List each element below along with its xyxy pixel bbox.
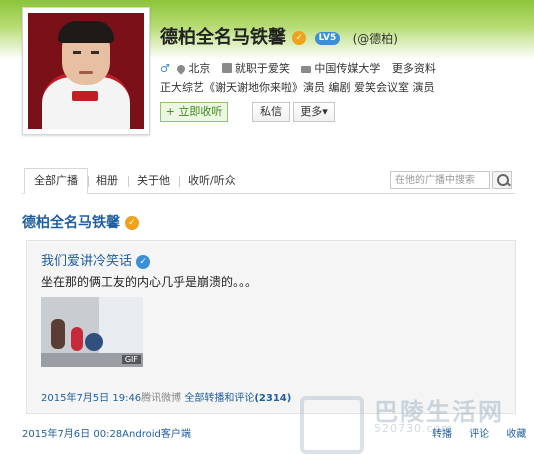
retweet-source[interactable]: 腾讯微博 (141, 393, 181, 404)
work-info: 就职于爱笑 (221, 62, 290, 75)
comment-button[interactable]: 评论 (469, 429, 489, 440)
briefcase-icon (221, 63, 232, 73)
post-source-link[interactable]: Android客户端 (122, 429, 191, 440)
location-info: 北京 (175, 62, 210, 75)
gif-badge: GIF (121, 355, 141, 364)
post-date-link[interactable]: 2015年7月6日 00:28 (22, 429, 122, 440)
tab-all[interactable]: 全部广播 (24, 168, 88, 194)
retweet-author: 我们爱讲冷笑话 ✓ (41, 250, 151, 269)
avatar[interactable] (22, 7, 150, 135)
tab-album[interactable]: 相册 (96, 169, 118, 193)
profile-handle: (@德柏) (352, 32, 398, 46)
more-button[interactable]: 更多▾ (293, 102, 335, 122)
search-icon[interactable] (492, 171, 512, 189)
post-meta: 2015年7月6日 00:28Android客户端 (22, 425, 191, 440)
post-actions: 转播 评论 收藏 (418, 425, 526, 440)
retweet-count: (2314) (254, 393, 292, 404)
retweet-button[interactable]: 转播 (432, 429, 452, 440)
message-button[interactable]: 私信 (252, 102, 290, 122)
profile-name-row: 德柏全名马铁馨 ✓ LV5 (@德柏) (160, 23, 398, 49)
profile-name[interactable]: 德柏全名马铁馨 (160, 27, 286, 48)
site-watermark: 巴陵生活网 520730.com (296, 392, 534, 454)
avatar-photo (28, 13, 144, 129)
verified-icon: ✓ (124, 216, 139, 230)
retweet-meta: 2015年7月5日 19:46腾讯微博 全部转播和评论(2314) (41, 389, 291, 404)
post-author-name[interactable]: 德柏全名马铁馨 (22, 215, 120, 231)
verified-icon: ✓ (136, 254, 151, 269)
favorite-button[interactable]: 收藏 (506, 429, 526, 440)
verified-icon: ✓ (292, 31, 307, 45)
gender-icon: ♂ (160, 62, 170, 75)
search-input[interactable]: 在他的广播中搜索 (390, 171, 490, 189)
tab-listen[interactable]: 收听/听众 (188, 169, 236, 193)
watermark-logo-icon (300, 396, 364, 454)
tab-about[interactable]: 关于他 (137, 169, 170, 193)
follow-button[interactable]: + 立即收听 (160, 102, 228, 122)
school-info: 中国传媒大学 (301, 62, 380, 75)
more-info-link[interactable]: 更多资料 (392, 62, 436, 75)
graduation-cap-icon (301, 66, 312, 73)
tab-bar: 全部广播 相册 关于他 收听/听众 在他的广播中搜索 (22, 168, 515, 194)
all-retweets-link[interactable]: 全部转播和评论 (184, 393, 254, 404)
profile-info: ♂ 北京 就职于爱笑 中国传媒大学 更多资料 (160, 60, 444, 76)
retweet-box: 我们爱讲冷笑话 ✓ 坐在那的俩工友的内心几乎是崩溃的。。。 GIF 2015年7… (26, 240, 516, 414)
retweet-author-name[interactable]: 我们爱讲冷笑话 (41, 254, 132, 269)
level-badge[interactable]: LV5 (314, 31, 341, 45)
retweet-text: 坐在那的俩工友的内心几乎是崩溃的。。。 (41, 275, 258, 289)
retweet-image[interactable]: GIF (41, 297, 143, 367)
retweet-date-link[interactable]: 2015年7月5日 19:46 (41, 393, 141, 404)
post-author: 德柏全名马铁馨 ✓ (22, 212, 139, 232)
profile-description: 正大综艺《谢天谢地你来啦》演员 编剧 爱笑会议室 演员 (160, 81, 435, 94)
location-icon (175, 63, 188, 75)
